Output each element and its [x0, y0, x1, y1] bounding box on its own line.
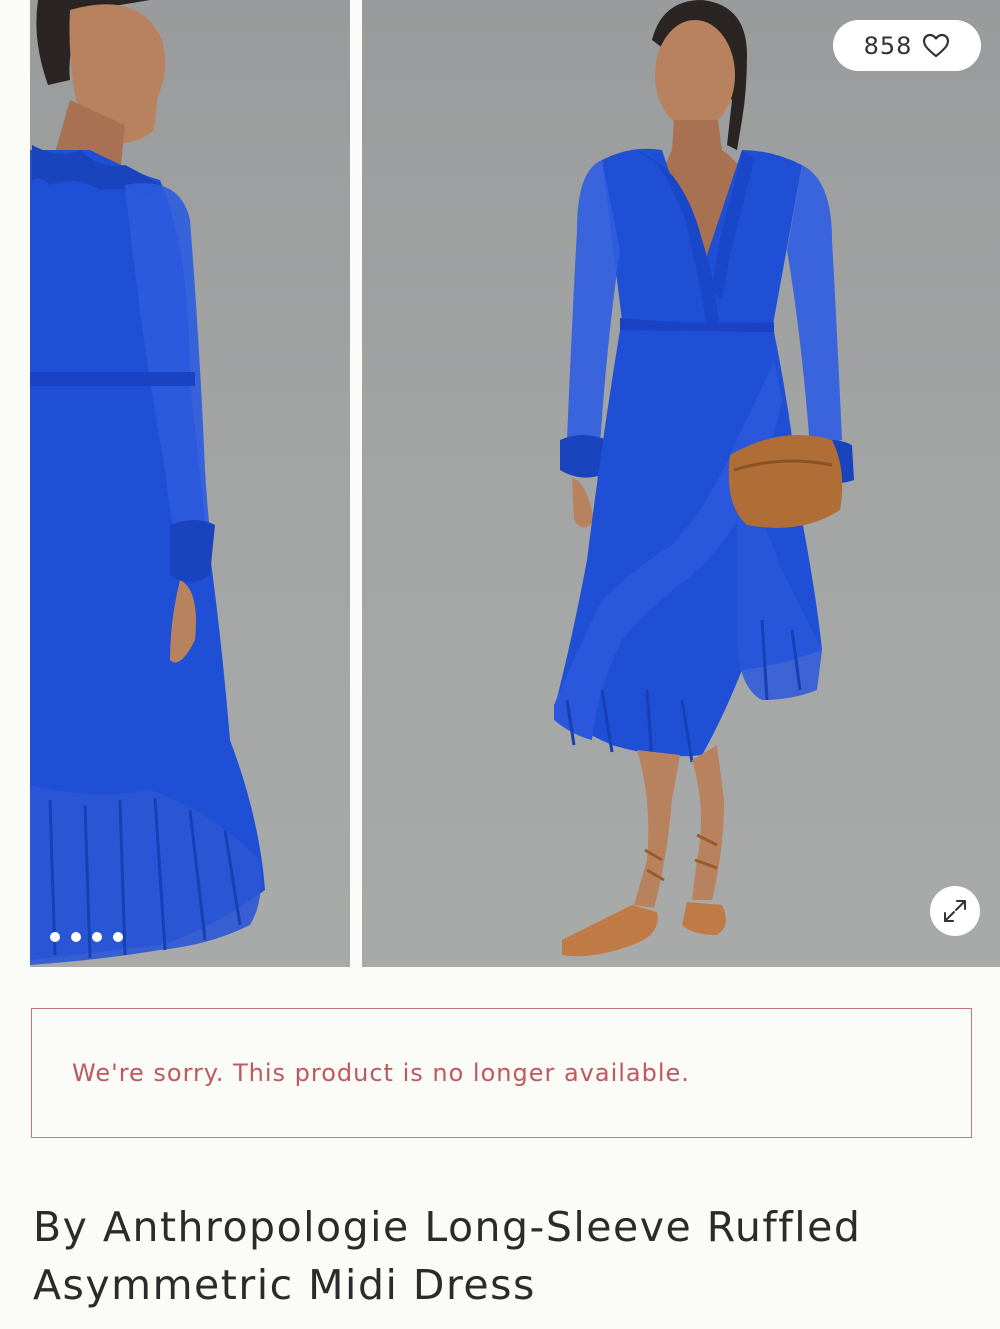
model-front-illustration	[554, 0, 854, 957]
gallery-dot[interactable]	[92, 932, 102, 942]
favorite-count: 858	[863, 31, 913, 60]
favorite-button[interactable]: 858	[833, 20, 981, 71]
gallery-pagination	[50, 932, 123, 942]
gallery-dot[interactable]	[113, 932, 123, 942]
unavailable-message: We're sorry. This product is no longer a…	[72, 1059, 690, 1087]
product-image-front-view[interactable]	[362, 0, 1000, 967]
gallery-dot[interactable]	[71, 932, 81, 942]
product-title: By Anthropologie Long-Sleeve Ruffled Asy…	[33, 1203, 862, 1309]
product-image-side-view[interactable]	[30, 0, 350, 967]
product-unavailable-notice: We're sorry. This product is no longer a…	[31, 1008, 972, 1138]
gallery-dot[interactable]	[50, 932, 60, 942]
model-side-illustration	[30, 0, 265, 965]
heart-outline-icon	[922, 33, 950, 59]
expand-arrows-icon	[944, 900, 966, 922]
expand-image-button[interactable]	[930, 886, 980, 936]
product-image-gallery[interactable]: 858	[0, 0, 1000, 968]
